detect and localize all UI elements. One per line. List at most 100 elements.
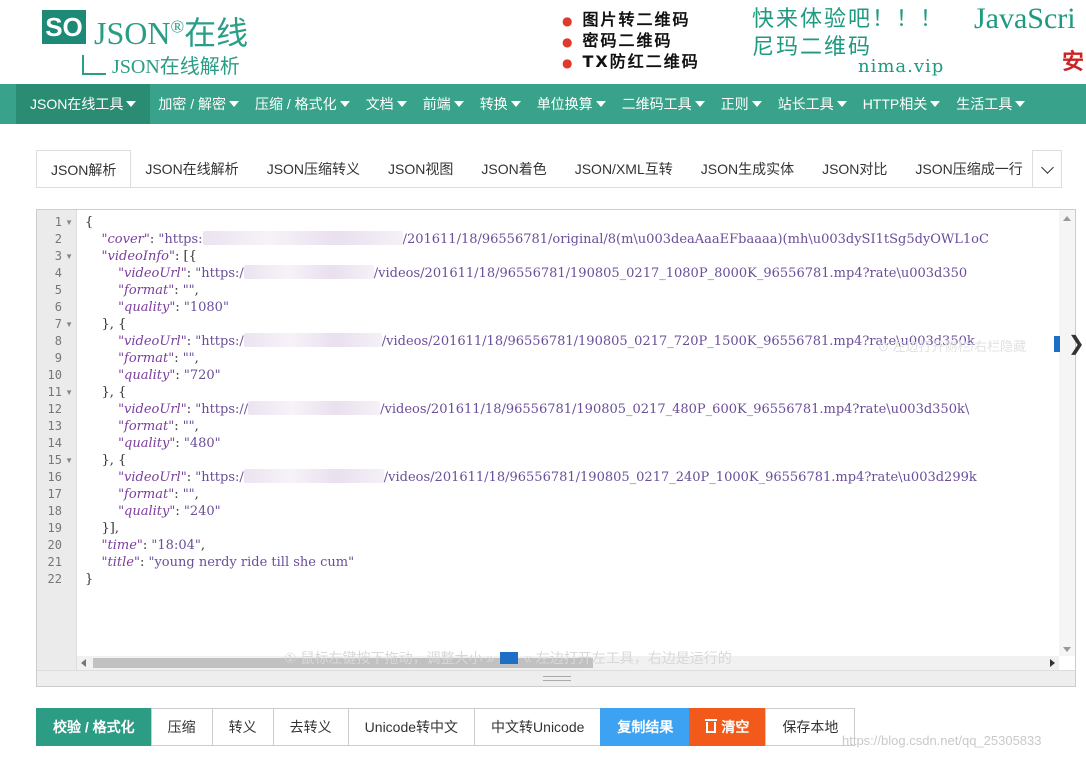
nav-item-life[interactable]: 生活工具 [948, 84, 1033, 124]
tab-json-xml[interactable]: JSON/XML互转 [561, 150, 687, 187]
validate-format-button[interactable]: 校验 / 格式化 [36, 708, 152, 746]
ad-item[interactable]: ● TX防红二维码 [562, 52, 700, 73]
drag-hint-text-2: « 左边打开左工具，右边是运行的 [524, 650, 732, 666]
fold-arrow-icon[interactable]: ▼ [65, 218, 73, 227]
json-punct: }, { [101, 385, 127, 400]
nav-item-qrcode[interactable]: 二维码工具 [614, 84, 713, 124]
nav-item-unit-convert[interactable]: 单位换算 [529, 84, 614, 124]
compress-button[interactable]: 压缩 [150, 708, 213, 746]
line-number: 18 [47, 504, 62, 518]
nav-item-label: 正则 [720, 96, 749, 112]
json-string: "" [182, 419, 195, 434]
json-punct: : [174, 351, 183, 366]
json-punct: } [85, 572, 94, 587]
logo-title: JSON®在线 [94, 8, 248, 54]
main-nav: JSON在线工具 加密 / 解密 压缩 / 格式化 文档 前端 转换 单位换算 … [0, 84, 1086, 124]
code-line: "format": "", [85, 486, 199, 503]
nav-item-label: 生活工具 [956, 96, 1013, 112]
ad-site-url[interactable]: nima.vip [858, 56, 944, 77]
tab-json-view[interactable]: JSON视图 [374, 150, 467, 187]
nav-item-regex[interactable]: 正则 [713, 84, 770, 124]
json-punct: : [174, 283, 183, 298]
site-header: SO JSON®在线 JSON在线解析 ● 图片转二维码 ● 密码二维码 ● TX防红… [0, 0, 1086, 84]
line-number: 15 [47, 453, 62, 467]
side-panel-toggle-icon[interactable]: ❯ [1068, 333, 1086, 355]
json-key: "videoUrl" [118, 402, 187, 417]
json-punct: }, { [101, 453, 127, 468]
tab-json-compress-escape[interactable]: JSON压缩转义 [253, 150, 374, 187]
json-key: "quality" [118, 436, 176, 451]
code-area[interactable]: { "cover": "https:/201611/18/96556781/or… [85, 214, 1061, 660]
json-key: "time" [101, 538, 143, 553]
scroll-right-icon[interactable] [1050, 659, 1055, 667]
json-string: "https:/ [195, 334, 244, 349]
line-number: 5 [54, 283, 62, 297]
ad-item[interactable]: ● 密码二维码 [562, 31, 700, 52]
tab-json-one-line[interactable]: JSON压缩成一行 [901, 150, 1036, 187]
json-punct: : [186, 334, 196, 349]
registered-mark: ® [170, 16, 185, 37]
copy-result-button[interactable]: 复制结果 [600, 708, 691, 746]
vertical-scrollbar[interactable] [1059, 210, 1075, 656]
watermark: https://blog.csdn.net/qq_25305833 [842, 733, 1042, 748]
clear-button[interactable]: 清空 [689, 708, 767, 746]
bullet-icon: ● [562, 56, 575, 70]
json-string: "https:// [195, 402, 249, 417]
nav-item-http[interactable]: HTTP相关 [855, 84, 949, 124]
drag-handle-marker[interactable] [500, 652, 519, 664]
ad-javascript[interactable]: JavaScri [974, 2, 1076, 36]
ad-item[interactable]: ● 图片转二维码 [562, 10, 700, 31]
fold-arrow-icon[interactable]: ▼ [65, 320, 73, 329]
code-line: }, { [85, 316, 127, 333]
json-editor[interactable]: 1 ▼ 2 3 ▼ 4 5 6 7 ▼ 8 9 10 11 ▼ 12 13 14 15 ▼ 16 17 18 19 20 21 22… [36, 209, 1076, 687]
resize-handle[interactable] [37, 670, 1075, 686]
nav-item-docs[interactable]: 文档 [358, 84, 415, 124]
side-drag-marker[interactable] [1054, 336, 1060, 352]
scroll-left-icon[interactable] [81, 659, 86, 667]
escape-button[interactable]: 转义 [211, 708, 274, 746]
caret-down-icon [510, 101, 521, 107]
scroll-up-icon[interactable] [1063, 216, 1071, 221]
code-line: "format": "", [85, 282, 199, 299]
redacted-blur [243, 265, 374, 279]
unicode-to-chinese-button[interactable]: Unicode转中文 [347, 708, 476, 746]
caret-down-icon [229, 101, 240, 107]
ad-banner-list[interactable]: ● 图片转二维码 ● 密码二维码 ● TX防红二维码 [562, 10, 700, 73]
scroll-down-icon[interactable] [1063, 647, 1071, 652]
json-string: "240" [183, 504, 221, 519]
tab-json-entity[interactable]: JSON生成实体 [687, 150, 808, 187]
caret-down-icon [930, 101, 941, 107]
bullet-icon: ● [562, 35, 575, 49]
line-number: 14 [47, 436, 62, 450]
tab-json-compare[interactable]: JSON对比 [808, 150, 901, 187]
chinese-to-unicode-button[interactable]: 中文转Unicode [474, 708, 602, 746]
fold-arrow-icon[interactable]: ▼ [65, 388, 73, 397]
tab-json-online-parse[interactable]: JSON在线解析 [131, 150, 252, 187]
nav-item-webmaster[interactable]: 站长工具 [770, 84, 855, 124]
unescape-button[interactable]: 去转义 [272, 708, 349, 746]
fold-arrow-icon[interactable]: ▼ [65, 252, 73, 261]
tabs-more-button[interactable] [1032, 150, 1062, 188]
nav-item-json-tools[interactable]: JSON在线工具 [16, 84, 151, 124]
nav-item-label: 二维码工具 [621, 96, 692, 112]
nav-item-label: 文档 [365, 96, 394, 112]
nav-item-compress-format[interactable]: 压缩 / 格式化 [247, 84, 358, 124]
code-line: "videoUrl": "https://videos/201611/18/96… [85, 333, 975, 350]
ad-item-label: 密码二维码 [582, 31, 673, 50]
tab-json-parse[interactable]: JSON解析 [36, 150, 132, 187]
ad-javascript-sub[interactable]: 安 [1062, 44, 1084, 76]
corner-arrow-icon [82, 55, 106, 75]
json-punct: : [186, 470, 196, 485]
nav-item-encrypt[interactable]: 加密 / 解密 [150, 84, 247, 124]
tab-json-color[interactable]: JSON着色 [467, 150, 560, 187]
ad-slogan[interactable]: 快来体验吧！！！ 尼玛二维码 [752, 6, 944, 62]
nav-item-frontend[interactable]: 前端 [415, 84, 472, 124]
fold-arrow-icon[interactable]: ▼ [65, 456, 73, 465]
nav-item-convert[interactable]: 转换 [472, 84, 529, 124]
json-punct: { [85, 215, 94, 230]
